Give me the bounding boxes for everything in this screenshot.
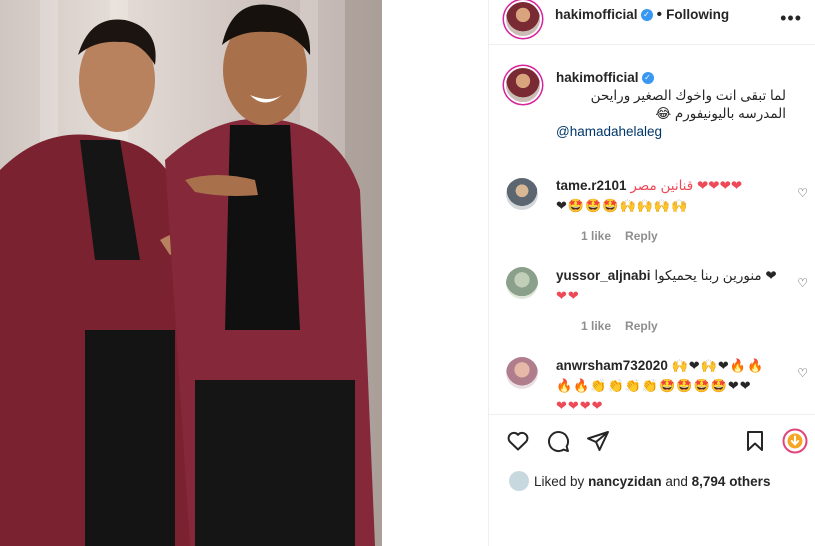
post-side-panel: hakimofficial ✓ • Following ••• hakimoffici…	[488, 0, 815, 546]
comment-body: anwrsham732020 🙌❤🙌❤🔥🔥 🔥🔥👏👏👏👏🤩🤩🤩🤩❤❤ ❤❤❤❤	[556, 356, 781, 416]
header-author: hakimofficial ✓ • Following	[555, 6, 729, 24]
comment-meta: 1 like Reply	[581, 319, 672, 333]
more-options-icon[interactable]: •••	[780, 8, 802, 29]
comment-emojis-extra: ❤❤❤❤	[556, 398, 604, 413]
caption-username[interactable]: hakimofficial	[556, 70, 639, 85]
media-gap	[382, 0, 488, 546]
comment-reply-button[interactable]: Reply	[625, 229, 658, 243]
comment-bubble-icon[interactable]	[546, 429, 570, 453]
caption-mention-link[interactable]: @hamadahelaleg	[556, 123, 786, 141]
comment-likes-link[interactable]: 1 like	[581, 319, 611, 333]
like-heart-icon[interactable]	[506, 429, 530, 453]
likes-count-link[interactable]: 8,794 others	[692, 474, 771, 489]
caption-body: لما تبقى انت واخوك الصغير ورايحن المدرسه…	[590, 88, 786, 121]
comment-username[interactable]: yussor_aljnabi	[556, 268, 651, 283]
comment-meta: 1 like Reply	[581, 229, 672, 243]
comment-text: 🙌❤🙌❤🔥🔥	[671, 358, 765, 373]
commenter-avatar[interactable]	[506, 178, 538, 210]
comment-emojis: ❤🤩🤩🤩🙌🙌🙌🙌	[556, 198, 689, 213]
caption-text-block: hakimofficial ✓ لما تبقى انت واخوك الصغير…	[556, 69, 786, 141]
verified-icon: ✓	[641, 72, 654, 85]
commenter-avatar[interactable]	[506, 357, 538, 389]
share-send-icon[interactable]	[586, 429, 610, 453]
separator-dot: •	[656, 6, 663, 23]
comment-body: yussor_aljnabi منورين ربنا يحميكوا ❤ ❤❤	[556, 266, 781, 306]
comment-username[interactable]: tame.r2101	[556, 178, 627, 193]
comment-body: tame.r2101 قنانين مصر ❤❤❤❤ ❤🤩🤩🤩🙌🙌🙌🙌	[556, 176, 781, 216]
save-bookmark-icon[interactable]	[743, 429, 767, 453]
comment-like-heart-icon[interactable]: ♡	[797, 366, 808, 380]
comment-like-heart-icon[interactable]: ♡	[797, 276, 808, 290]
photo-people	[0, 0, 382, 546]
likes-and: and	[665, 474, 688, 489]
liker-avatar[interactable]	[509, 471, 529, 491]
post-photo[interactable]	[0, 0, 382, 546]
comment-emojis: 🔥🔥👏👏👏👏🤩🤩🤩🤩❤❤	[556, 378, 752, 393]
likes-prefix: Liked by	[534, 474, 585, 489]
comment-like-heart-icon[interactable]: ♡	[797, 186, 808, 200]
commenter-avatar[interactable]	[506, 267, 538, 299]
post-actions-bar	[489, 414, 815, 466]
likes-summary: Liked by nancyzidan and 8,794 others	[489, 466, 815, 496]
comment-text: قنانين مصر ❤❤❤❤	[630, 178, 743, 193]
comment-likes-link[interactable]: 1 like	[581, 229, 611, 243]
post-header: hakimofficial ✓ • Following •••	[489, 0, 815, 45]
comment-reply-button[interactable]: Reply	[625, 319, 658, 333]
comment-username[interactable]: anwrsham732020	[556, 358, 668, 373]
likes-text: Liked by nancyzidan and 8,794 others	[534, 474, 770, 489]
following-button[interactable]: Following	[666, 7, 729, 22]
comment-text: منورين ربنا يحميكوا ❤	[654, 268, 777, 283]
author-username[interactable]: hakimofficial	[555, 7, 638, 22]
liker-username-link[interactable]: nancyzidan	[588, 474, 662, 489]
verified-icon: ✓	[640, 8, 653, 21]
author-avatar[interactable]	[506, 2, 540, 36]
comment-emojis: ❤❤	[556, 288, 580, 303]
download-icon[interactable]	[782, 428, 808, 454]
caption-author-avatar[interactable]	[506, 68, 540, 102]
